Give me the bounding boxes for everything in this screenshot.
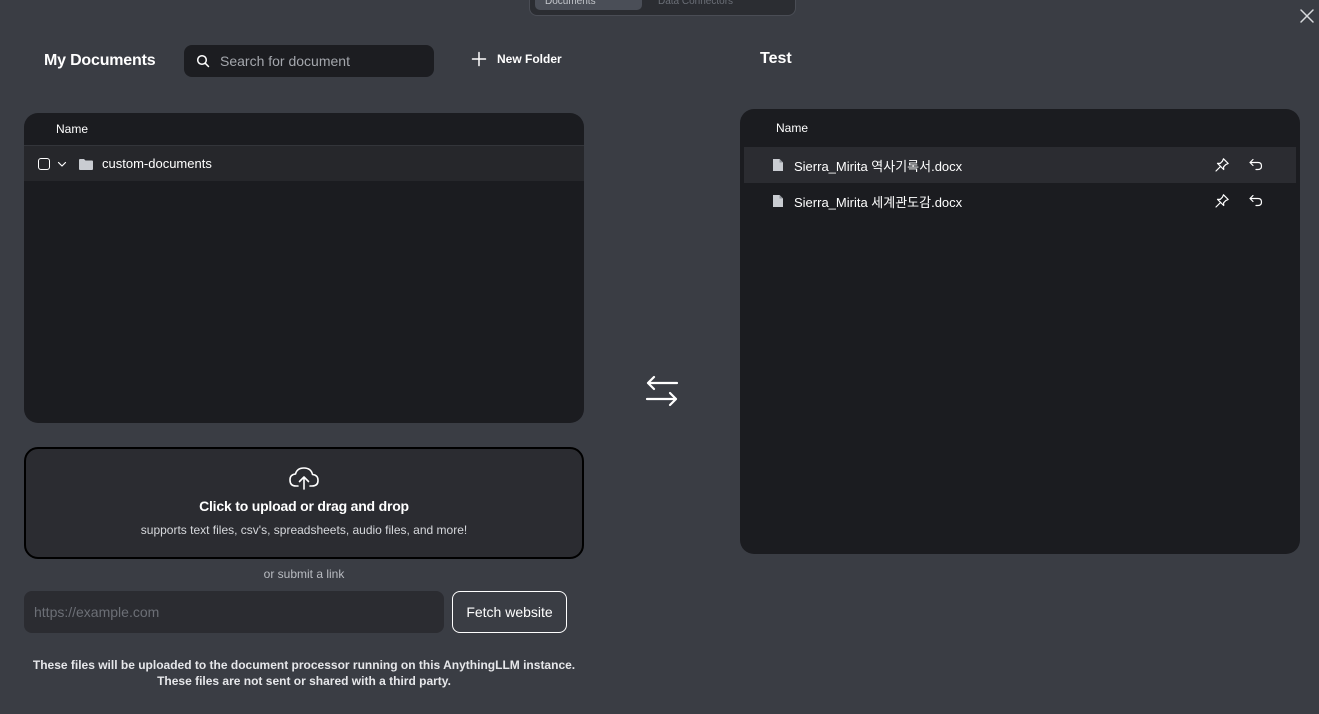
folder-name: custom-documents [102, 156, 212, 171]
undo-icon[interactable] [1248, 157, 1264, 173]
or-submit-link-label: or submit a link [263, 567, 345, 581]
workspace-documents-panel: Name Sierra_Mirita 역사기록서.docx Sierra_Mir… [740, 109, 1300, 554]
folder-checkbox[interactable] [38, 157, 50, 170]
new-folder-label: New Folder [497, 52, 562, 66]
pin-icon[interactable] [1214, 157, 1230, 173]
workspace-title: Test [760, 50, 792, 67]
file-icon [773, 195, 783, 207]
page-title: My Documents [44, 51, 156, 69]
top-tab-bar: Documents Data Connectors [529, 0, 796, 16]
file-name: Sierra_Mirita 역사기록서.docx [794, 158, 963, 174]
pin-icon[interactable] [1214, 193, 1230, 209]
close-icon[interactable] [1298, 7, 1316, 25]
my-documents-header: My Documents [44, 44, 156, 77]
plus-icon [471, 51, 487, 67]
column-header-name: Name [24, 113, 584, 146]
new-folder-button[interactable]: New Folder [471, 51, 562, 67]
tab-data-connectors[interactable]: Data Connectors [648, 0, 788, 10]
file-row[interactable]: Sierra_Mirita 세계관도감.docx [744, 183, 1296, 219]
search-icon [196, 54, 210, 68]
column-header-name: Name [776, 121, 809, 135]
upload-disclaimer: These files will be uploaded to the docu… [24, 657, 584, 689]
folder-icon [79, 158, 93, 170]
disclaimer-line-2: These files are not sent or shared with … [157, 674, 451, 688]
search-input[interactable] [220, 53, 420, 69]
search-box[interactable] [184, 45, 434, 77]
upload-subtitle: supports text files, csv's, spreadsheets… [140, 523, 468, 537]
folder-row[interactable]: custom-documents [24, 146, 584, 181]
url-input[interactable] [24, 591, 444, 633]
upload-title: Click to upload or drag and drop [199, 498, 409, 514]
tab-documents[interactable]: Documents [535, 0, 642, 10]
file-row[interactable]: Sierra_Mirita 역사기록서.docx [744, 147, 1296, 183]
fetch-website-button[interactable]: Fetch website [452, 591, 567, 633]
my-documents-panel: Name custom-documents [24, 113, 584, 423]
file-name: Sierra_Mirita 세계관도감.docx [794, 194, 963, 210]
upload-dropzone[interactable]: Click to upload or drag and drop support… [24, 447, 584, 559]
undo-icon[interactable] [1248, 193, 1264, 209]
chevron-down-icon[interactable] [56, 158, 68, 170]
cloud-upload-icon [289, 467, 319, 490]
disclaimer-line-1: These files will be uploaded to the docu… [32, 658, 576, 672]
file-icon [773, 159, 783, 171]
swap-arrows-icon[interactable] [645, 374, 679, 408]
